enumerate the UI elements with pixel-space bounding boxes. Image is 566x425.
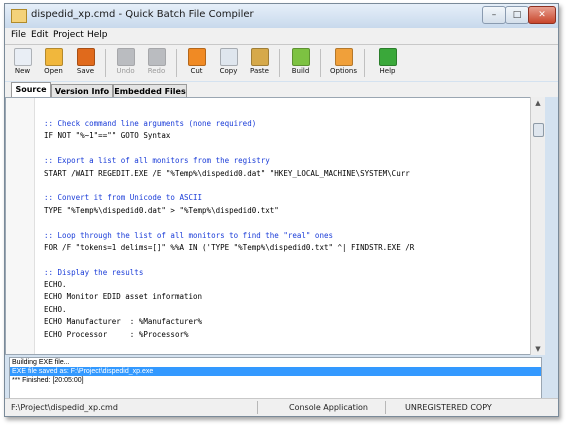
new-file-icon: [13, 48, 32, 66]
code-line: ECHO.: [44, 304, 67, 314]
code-line: START /WAIT REGEDIT.EXE /E "%Temp%\dispe…: [44, 168, 410, 178]
output-line[interactable]: EXE file saved as: F:\Project\dispedid_x…: [10, 367, 541, 376]
code-line: ECHO Processor : %Processor%: [44, 329, 189, 339]
save-disk-icon: [76, 48, 95, 66]
toolbar-separator: [364, 49, 365, 77]
status-divider: [257, 401, 258, 414]
redo-button[interactable]: Redo: [142, 47, 171, 79]
menu-file[interactable]: File: [11, 30, 26, 40]
code-area[interactable]: :: Check command line arguments (none re…: [44, 118, 527, 341]
cut-button-label: Cut: [190, 67, 203, 75]
open-button[interactable]: Open: [39, 47, 68, 79]
code-line: ECHO Monitor EDID asset information: [44, 292, 203, 302]
menu-edit[interactable]: Edit: [31, 30, 48, 40]
undo-icon: [116, 48, 135, 66]
redo-icon: [147, 48, 166, 66]
maximize-button[interactable]: □: [505, 6, 529, 24]
build-icon: [291, 48, 310, 66]
new-button[interactable]: New: [8, 47, 37, 79]
paste-button-label: Paste: [250, 67, 269, 75]
code-comment-line: :: Display the results: [44, 267, 144, 277]
paste-icon: [250, 48, 269, 66]
redo-button-label: Redo: [147, 67, 166, 75]
status-bar: F:\Project\dispedid_xp.cmd Console Appli…: [5, 398, 558, 416]
undo-button[interactable]: Undo: [111, 47, 140, 79]
scissors-icon: [187, 48, 206, 66]
tab-strip: Source Version Info Embedded Files: [5, 82, 558, 98]
tab-embedded-files[interactable]: Embedded Files: [113, 84, 187, 98]
minimize-button[interactable]: –: [482, 6, 506, 24]
status-app-type: Console Application: [289, 403, 368, 412]
cut-button[interactable]: Cut: [182, 47, 211, 79]
toolbar-separator: [320, 49, 321, 77]
code-comment-line: :: Check command line arguments (none re…: [44, 119, 257, 128]
code-line: FOR /F "tokens=1 delims=[]" %%A IN ('TYP…: [44, 242, 415, 252]
scroll-thumb[interactable]: [533, 123, 544, 137]
open-button-label: Open: [44, 67, 63, 75]
build-button[interactable]: Build: [286, 47, 315, 79]
output-line[interactable]: *** Finished: [20:05:00]: [10, 376, 541, 385]
code-line: TYPE "%Temp%\dispedid0.dat" > "%Temp%\di…: [44, 205, 279, 215]
status-registration: UNREGISTERED COPY: [405, 403, 492, 412]
source-editor[interactable]: :: Check command line arguments (none re…: [5, 97, 532, 355]
toolbar-separator: [176, 49, 177, 77]
options-icon: [334, 48, 353, 66]
help-button[interactable]: Help: [373, 47, 402, 79]
new-button-label: New: [14, 67, 31, 75]
save-button[interactable]: Save: [71, 47, 100, 79]
editor-gutter: [6, 98, 35, 354]
output-line[interactable]: Building EXE file...: [10, 358, 541, 367]
code-comment-line: :: Convert it from Unicode to ASCII: [44, 193, 203, 203]
copy-button-label: Copy: [219, 67, 238, 75]
save-button-label: Save: [76, 67, 95, 75]
undo-button-label: Undo: [116, 67, 135, 75]
menu-project[interactable]: Project: [53, 30, 84, 40]
app-icon: [11, 9, 27, 23]
status-file-path: F:\Project\dispedid_xp.cmd: [11, 403, 118, 412]
title-bar[interactable]: dispedid_xp.cmd - Quick Batch File Compi…: [5, 4, 558, 28]
toolbar-separator: [105, 49, 106, 77]
options-button-label: Options: [329, 67, 357, 75]
scroll-up-icon[interactable]: ▲: [531, 97, 545, 109]
app-window: dispedid_xp.cmd - Quick Batch File Compi…: [4, 3, 559, 417]
help-icon: [378, 48, 397, 66]
copy-icon: [219, 48, 238, 66]
code-line: IF NOT "%~1"=="" GOTO Syntax: [44, 131, 171, 141]
help-button-label: Help: [379, 67, 396, 75]
tab-version-info[interactable]: Version Info: [51, 84, 113, 98]
open-folder-icon: [44, 48, 63, 66]
options-button[interactable]: Options: [329, 47, 358, 79]
scroll-down-icon[interactable]: ▼: [531, 343, 545, 355]
code-comment-line: :: Loop through the list of all monitors…: [44, 230, 333, 240]
output-panel[interactable]: Building EXE file... EXE file saved as: F…: [9, 357, 542, 399]
vertical-scrollbar[interactable]: ▲ ▼: [530, 97, 545, 355]
status-divider: [385, 401, 386, 414]
toolbar: New Open Save Undo Redo Cut Copy Paste B…: [5, 45, 558, 81]
code-line: ECHO Manufacturer : %Manufacturer%: [44, 317, 203, 327]
menu-bar: File Edit Project Help: [5, 28, 558, 45]
toolbar-separator: [279, 49, 280, 77]
paste-button[interactable]: Paste: [245, 47, 274, 79]
window-title: dispedid_xp.cmd - Quick Batch File Compi…: [31, 9, 254, 20]
code-comment-line: :: Export a list of all monitors from th…: [44, 156, 270, 166]
build-button-label: Build: [291, 67, 310, 75]
code-line: ECHO.: [44, 280, 67, 290]
tab-source[interactable]: Source: [11, 82, 51, 98]
menu-help[interactable]: Help: [87, 30, 108, 40]
close-button[interactable]: ✕: [528, 6, 556, 24]
copy-button[interactable]: Copy: [214, 47, 243, 79]
